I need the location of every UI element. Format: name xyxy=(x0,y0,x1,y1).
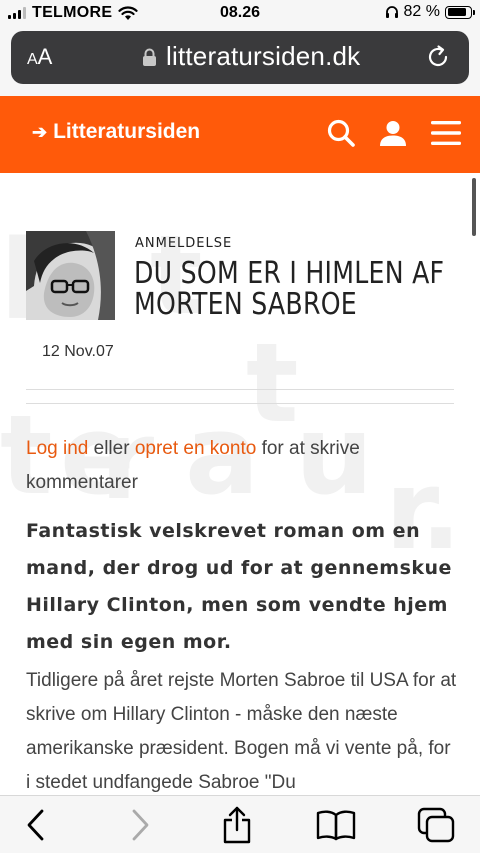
back-button[interactable] xyxy=(16,805,56,845)
headphones-icon xyxy=(385,6,398,18)
bookmarks-button[interactable] xyxy=(316,805,356,845)
status-right: 82 % xyxy=(385,3,475,21)
article-category: ANMELDELSE xyxy=(135,236,233,251)
login-link[interactable]: Log ind xyxy=(26,438,88,459)
site-logo-text: Litteratursiden xyxy=(53,120,201,143)
or-text: eller xyxy=(88,438,135,459)
battery-percentage: 82 % xyxy=(403,3,440,20)
watermark-letter: t xyxy=(246,319,299,447)
scrollbar-thumb[interactable] xyxy=(472,178,476,236)
user-icon[interactable] xyxy=(379,119,407,147)
forward-button[interactable] xyxy=(120,805,160,845)
status-bar: TELMORE 08.26 82 % xyxy=(0,0,480,28)
text-size-large-label: A xyxy=(37,44,53,69)
article-title: DU SOM ER I HIMLEN AF MORTEN SABROE xyxy=(134,256,445,322)
divider xyxy=(26,403,454,404)
register-link[interactable]: opret en konto xyxy=(135,438,256,459)
battery-icon xyxy=(445,5,475,19)
arrow-right-icon: ➔ xyxy=(32,121,48,142)
comment-login-prompt: Log ind eller opret en konto for at skri… xyxy=(26,432,456,500)
article-lead: Fantastisk velskrevet roman om en mand, … xyxy=(26,520,452,653)
article-date: 12 Nov.07 xyxy=(42,343,114,360)
site-header: ➔ Litteratursiden xyxy=(0,96,480,173)
battery-level xyxy=(447,8,466,16)
article-title-line-2: MORTEN SABROE xyxy=(134,287,357,322)
chevron-right-icon xyxy=(132,809,149,841)
share-button[interactable] xyxy=(217,805,257,845)
share-icon xyxy=(223,806,251,844)
text-size-button[interactable]: AA xyxy=(27,44,52,70)
article-title-line-1: DU SOM ER I HIMLEN AF xyxy=(134,256,445,291)
author-photo xyxy=(26,231,115,320)
lock-icon xyxy=(143,48,156,66)
tabs-icon xyxy=(417,807,455,843)
article-paragraph: Tidligere på året rejste Morten Sabroe t… xyxy=(26,670,457,793)
text-size-small-label: A xyxy=(27,51,38,68)
chevron-left-icon xyxy=(27,809,44,841)
tabs-button[interactable] xyxy=(416,805,456,845)
browser-toolbar xyxy=(0,795,480,853)
address-bar[interactable]: AA litteratursiden.dk xyxy=(11,31,469,84)
book-icon xyxy=(316,810,356,841)
url-text[interactable]: litteratursiden.dk xyxy=(166,41,360,72)
hamburger-menu-icon[interactable] xyxy=(431,120,461,146)
site-logo[interactable]: ➔ Litteratursiden xyxy=(32,120,200,144)
divider xyxy=(26,389,454,390)
browser-address-area: AA litteratursiden.dk xyxy=(0,28,480,96)
search-icon[interactable] xyxy=(326,118,356,148)
reload-icon[interactable] xyxy=(425,44,451,70)
